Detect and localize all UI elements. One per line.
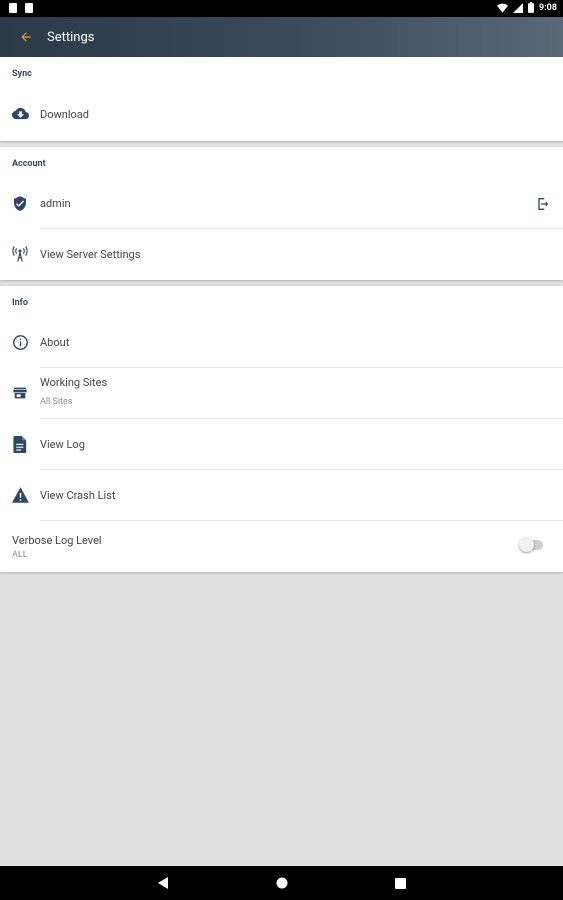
warning-icon [11, 487, 29, 503]
view-log-label: View Log [40, 438, 85, 451]
navigation-bar [0, 866, 563, 900]
arrow-back-icon [21, 32, 31, 42]
account-user-label: admin [40, 197, 71, 210]
nav-home-button[interactable] [270, 871, 294, 895]
working-sites-value: All Sites [40, 397, 73, 407]
view-crash-list-label: View Crash List [40, 489, 116, 502]
section-header-account: Account [12, 159, 46, 169]
notification-icons [9, 3, 33, 13]
notification-icon [9, 3, 17, 13]
back-button[interactable] [11, 22, 41, 52]
triangle-back-icon [157, 877, 168, 889]
shield-check-icon [14, 195, 26, 211]
sync-section: Sync Download [0, 57, 563, 141]
working-sites-label: Working Sites [40, 376, 108, 389]
antenna-icon [12, 246, 28, 262]
info-icon [12, 334, 28, 350]
view-server-settings-label: View Server Settings [40, 248, 141, 261]
store-icon [13, 387, 27, 399]
view-server-settings-item[interactable]: View Server Settings [0, 229, 563, 280]
verbose-log-toggle[interactable] [519, 537, 543, 552]
account-section: Account admin View Server Settings [0, 147, 563, 280]
wifi-icon [496, 3, 508, 13]
notification-icon [25, 3, 33, 13]
download-label: Download [40, 108, 89, 121]
verbose-log-level-value: ALL [12, 550, 28, 560]
app-bar: Settings [0, 17, 563, 57]
section-header-info: Info [12, 298, 28, 308]
logout-button[interactable] [533, 194, 553, 214]
nav-recents-button[interactable] [389, 871, 413, 895]
battery-icon [527, 2, 534, 13]
download-item[interactable]: Download [0, 88, 563, 141]
account-user-item[interactable]: admin [0, 178, 563, 229]
clock: 9:08 [538, 2, 557, 13]
verbose-log-level-item[interactable]: Verbose Log Level ALL [0, 521, 563, 572]
logout-icon [538, 198, 549, 210]
page-title: Settings [47, 29, 95, 45]
toggle-knob [519, 537, 534, 552]
circle-home-icon [276, 877, 287, 889]
verbose-log-level-label: Verbose Log Level [12, 534, 102, 547]
working-sites-item[interactable]: Working Sites All Sites [0, 368, 563, 419]
nav-back-button[interactable] [151, 871, 175, 895]
signal-icon [512, 2, 523, 13]
about-label: About [40, 336, 70, 349]
info-section: Info About Working Sites All Sites View … [0, 286, 563, 572]
about-item[interactable]: About [0, 317, 563, 368]
view-log-item[interactable]: View Log [0, 419, 563, 470]
square-recents-icon [395, 877, 406, 889]
cloud-download-icon [11, 107, 29, 119]
document-icon [12, 435, 26, 453]
view-crash-list-item[interactable]: View Crash List [0, 470, 563, 521]
settings-list: Sync Download Account admin View Server … [0, 57, 563, 572]
section-header-sync: Sync [12, 69, 32, 79]
status-bar: 9:08 [0, 0, 563, 17]
